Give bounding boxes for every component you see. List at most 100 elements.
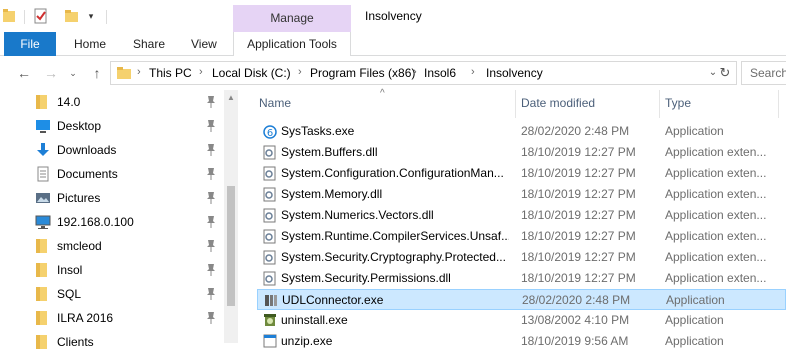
file-name: System.Buffers.dll xyxy=(281,145,378,159)
nav-item-label: 14.0 xyxy=(57,95,81,109)
file-type: Application exten... xyxy=(665,187,767,201)
breadcrumb-insol6[interactable]: Insol6 xyxy=(424,66,456,80)
file-row[interactable]: System.Memory.dll 18/10/2019 12:27 PM Ap… xyxy=(257,184,786,205)
nav-item-documents[interactable]: Documents xyxy=(0,162,224,186)
breadcrumb-local-disk[interactable]: Local Disk (C:) xyxy=(212,66,291,80)
breadcrumb-separator[interactable]: › xyxy=(413,66,417,78)
pin-icon[interactable] xyxy=(205,263,217,277)
dll-icon xyxy=(263,229,277,244)
new-folder-icon[interactable] xyxy=(64,8,80,24)
file-row[interactable]: System.Numerics.Vectors.dll 18/10/2019 1… xyxy=(257,205,786,226)
nav-item-network-drive[interactable]: 192.168.0.100 xyxy=(0,210,224,234)
file-name: System.Memory.dll xyxy=(281,187,383,201)
nav-item-label: Pictures xyxy=(57,191,101,205)
address-bar[interactable]: › This PC › Local Disk (C:) › Program Fi… xyxy=(110,61,737,85)
pin-icon[interactable] xyxy=(205,119,217,133)
forward-arrow-icon[interactable]: → xyxy=(42,64,60,82)
breadcrumb-separator[interactable]: › xyxy=(199,66,203,78)
nav-item-14-0[interactable]: 14.0 xyxy=(0,90,224,114)
nav-item-insol[interactable]: Insol xyxy=(0,258,224,282)
file-type: Application exten... xyxy=(665,208,767,222)
dll-icon xyxy=(263,208,277,223)
navigation-pane: 14.0 Desktop Downloads Documents Picture… xyxy=(0,90,238,349)
nav-item-label: Insol xyxy=(57,263,83,277)
search-input[interactable]: Search xyxy=(741,61,786,85)
file-name: SysTasks.exe xyxy=(281,124,355,138)
breadcrumb-insolvency[interactable]: Insolvency xyxy=(486,66,543,80)
nav-item-ilra-2016[interactable]: ILRA 2016 xyxy=(0,306,224,330)
breadcrumb-program-files[interactable]: Program Files (x86) xyxy=(310,66,415,80)
folder-icon xyxy=(35,238,51,254)
tab-file[interactable]: File xyxy=(4,32,56,56)
scrollbar-thumb[interactable] xyxy=(227,186,235,306)
file-name: System.Numerics.Vectors.dll xyxy=(281,208,434,222)
column-header-type[interactable]: Type xyxy=(665,96,691,116)
properties-icon[interactable] xyxy=(34,8,48,24)
column-header-name[interactable]: Name xyxy=(259,96,291,116)
file-date: 13/08/2002 4:10 PM xyxy=(521,313,630,327)
customize-toolbar-icon[interactable]: ▾ xyxy=(86,10,96,22)
pin-icon[interactable] xyxy=(205,95,217,109)
file-row[interactable]: uninstall.exe 13/08/2002 4:10 PM Applica… xyxy=(257,310,786,331)
nav-pane-scrollbar[interactable]: ▲ xyxy=(224,90,238,343)
title-bar: ▾ Manage Insolvency xyxy=(0,0,786,32)
svg-text:6: 6 xyxy=(267,128,273,139)
desktop-icon xyxy=(35,118,51,134)
file-date: 18/10/2019 12:27 PM xyxy=(521,145,636,159)
file-type: Application exten... xyxy=(665,271,767,285)
pin-icon[interactable] xyxy=(205,143,217,157)
file-row[interactable]: 6 SysTasks.exe 28/02/2020 2:48 PM Applic… xyxy=(257,121,786,142)
file-date: 28/02/2020 2:48 PM xyxy=(521,124,630,138)
tab-home[interactable]: Home xyxy=(74,32,106,56)
network-drive-icon xyxy=(35,214,51,230)
nav-item-downloads[interactable]: Downloads xyxy=(0,138,224,162)
file-row-selected[interactable]: UDLConnector.exe 28/02/2020 2:48 PM Appl… xyxy=(257,289,786,310)
file-row[interactable]: System.Buffers.dll 18/10/2019 12:27 PM A… xyxy=(257,142,786,163)
search-placeholder: Search xyxy=(750,66,786,80)
app-exe-icon: 6 xyxy=(263,124,277,139)
nav-item-clients[interactable]: Clients xyxy=(0,330,224,354)
refresh-icon[interactable]: ↻ xyxy=(714,64,736,82)
file-type: Application xyxy=(666,293,725,307)
nav-item-desktop[interactable]: Desktop xyxy=(0,114,224,138)
column-divider[interactable] xyxy=(515,90,516,118)
file-type: Application exten... xyxy=(665,229,767,243)
tab-view[interactable]: View xyxy=(191,32,217,56)
ribbon-tabs: File Home Share View Application Tools xyxy=(0,32,786,56)
up-arrow-icon[interactable]: ↑ xyxy=(88,64,106,82)
nav-item-label: 192.168.0.100 xyxy=(57,215,134,229)
dll-icon xyxy=(263,166,277,181)
nav-item-label: smcleod xyxy=(57,239,102,253)
pin-icon[interactable] xyxy=(205,191,217,205)
quick-access-folder-icon[interactable] xyxy=(2,8,16,24)
column-divider[interactable] xyxy=(778,90,779,118)
nav-item-sql[interactable]: SQL xyxy=(0,282,224,306)
back-arrow-icon[interactable]: ← xyxy=(15,64,33,82)
file-row[interactable]: System.Security.Cryptography.Protected..… xyxy=(257,247,786,268)
breadcrumb-separator[interactable]: › xyxy=(137,66,141,78)
pin-icon[interactable] xyxy=(205,287,217,301)
pin-icon[interactable] xyxy=(205,311,217,325)
breadcrumb-separator[interactable]: › xyxy=(471,66,475,78)
app-exe-icon xyxy=(263,334,277,349)
breadcrumb-separator[interactable]: › xyxy=(298,66,302,78)
pin-icon[interactable] xyxy=(205,167,217,181)
pictures-icon xyxy=(35,190,51,206)
file-row[interactable]: System.Configuration.ConfigurationMan...… xyxy=(257,163,786,184)
recent-locations-icon[interactable]: ⌄ xyxy=(64,64,82,82)
scroll-up-icon[interactable]: ▲ xyxy=(224,92,238,104)
pin-icon[interactable] xyxy=(205,239,217,253)
column-divider[interactable] xyxy=(659,90,660,118)
file-row[interactable]: System.Security.Permissions.dll 18/10/20… xyxy=(257,268,786,289)
nav-item-pictures[interactable]: Pictures xyxy=(0,186,224,210)
nav-item-smcleod[interactable]: smcleod xyxy=(0,234,224,258)
tab-application-tools[interactable]: Application Tools xyxy=(233,32,351,56)
file-row[interactable]: unzip.exe 18/10/2019 9:56 AM Application xyxy=(257,331,786,352)
column-header-date-modified[interactable]: Date modified xyxy=(521,96,595,116)
file-row[interactable]: System.Runtime.CompilerServices.Unsaf...… xyxy=(257,226,786,247)
pin-icon[interactable] xyxy=(205,215,217,229)
file-date: 18/10/2019 12:27 PM xyxy=(521,166,636,180)
sort-ascending-icon: ^ xyxy=(380,88,385,99)
breadcrumb-this-pc[interactable]: This PC xyxy=(149,66,192,80)
tab-share[interactable]: Share xyxy=(133,32,165,56)
